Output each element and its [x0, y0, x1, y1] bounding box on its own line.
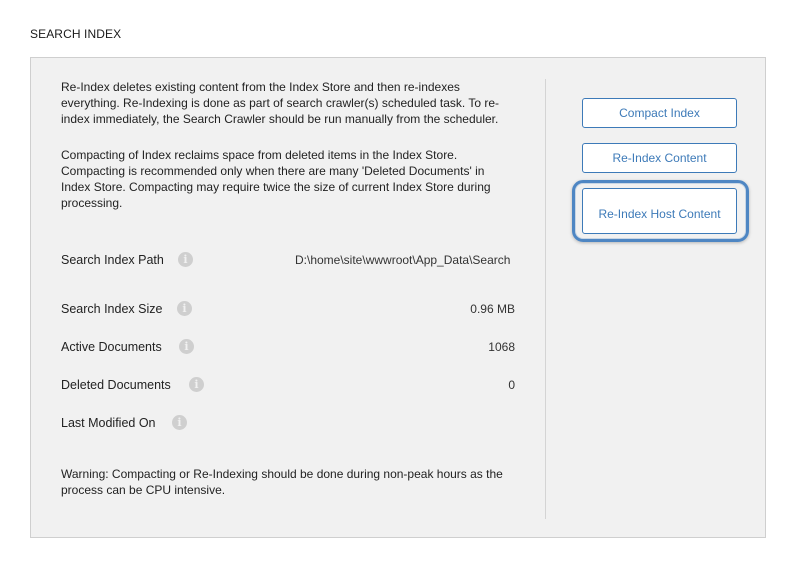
field-search-index-size: Search Index Size i 0.96 MB	[61, 301, 519, 322]
warning-text: Warning: Compacting or Re-Indexing shoul…	[61, 467, 503, 497]
info-icon[interactable]: i	[177, 301, 192, 316]
section-title: SEARCH INDEX	[30, 27, 122, 41]
field-value: 0.96 MB	[470, 302, 515, 316]
info-column: Re-Index deletes existing content from t…	[61, 79, 519, 497]
info-icon[interactable]: i	[189, 377, 204, 392]
field-value: D:\home\site\wwwroot\App_Data\Search	[295, 253, 511, 267]
field-label: Search Index Size	[61, 302, 163, 316]
reindex-description: Re-Index deletes existing content from t…	[61, 80, 499, 126]
field-value: 1068	[488, 340, 515, 354]
reindex-content-button[interactable]: Re-Index Content	[582, 143, 737, 173]
field-last-modified-on: Last Modified On i	[61, 415, 519, 436]
field-label: Active Documents	[61, 340, 162, 354]
field-deleted-documents: Deleted Documents i 0	[61, 377, 519, 398]
field-label: Deleted Documents	[61, 378, 171, 392]
field-search-index-path: Search Index Path i D:\home\site\wwwroot…	[61, 252, 519, 273]
field-value: 0	[508, 378, 515, 392]
info-icon[interactable]: i	[178, 252, 193, 267]
field-label: Search Index Path	[61, 253, 164, 267]
search-index-panel: Re-Index deletes existing content from t…	[30, 57, 766, 538]
compact-description: Compacting of Index reclaims space from …	[61, 148, 491, 210]
field-active-documents: Active Documents i 1068	[61, 339, 519, 360]
reindex-host-content-button[interactable]: Re-Index Host Content	[582, 188, 737, 234]
info-icon[interactable]: i	[179, 339, 194, 354]
column-divider	[545, 79, 546, 519]
field-label: Last Modified On	[61, 416, 156, 430]
compact-index-button[interactable]: Compact Index	[582, 98, 737, 128]
info-icon[interactable]: i	[172, 415, 187, 430]
